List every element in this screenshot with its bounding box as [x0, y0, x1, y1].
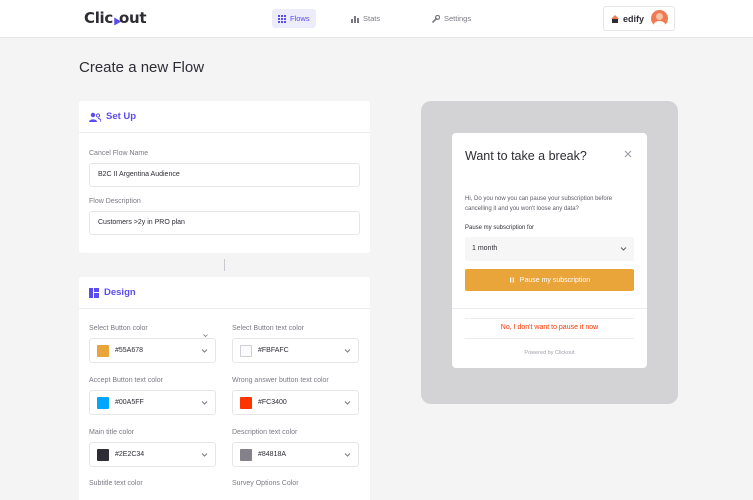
chevron-down-icon — [201, 349, 208, 353]
setup-title: Set Up — [106, 111, 137, 122]
chevron-down-icon — [344, 349, 351, 353]
flow-description-label: Flow Description — [89, 198, 141, 205]
workspace-switcher[interactable]: edify — [603, 6, 675, 31]
color-hex: #84818A — [258, 451, 287, 458]
avatar[interactable] — [651, 10, 668, 27]
chevron-down-icon — [344, 453, 351, 457]
divider — [79, 308, 370, 309]
pause-duration-select[interactable]: 1 month — [465, 237, 634, 261]
modal-title: Want to take a break? — [465, 149, 587, 163]
nav-settings[interactable]: Settings — [426, 9, 477, 28]
divider — [79, 132, 370, 133]
close-icon[interactable] — [624, 150, 632, 158]
color-swatch — [97, 344, 109, 357]
main-title-color-picker[interactable]: #2E2C34 — [89, 442, 216, 467]
chevron-down-icon — [620, 247, 627, 251]
decline-pause-link[interactable]: No, I don't want to pause it now — [452, 324, 647, 331]
accept-button-text-color-label: Accept Button text color — [89, 377, 163, 384]
color-hex: #00A5FF — [115, 399, 144, 406]
design-header: Design — [89, 287, 136, 298]
pause-duration-value: 1 month — [472, 245, 498, 252]
modal-description: Hi, Do you now you can pause your subscr… — [465, 196, 613, 212]
layout-icon — [89, 287, 99, 298]
nav-stats-label: Stats — [363, 14, 381, 23]
powered-by: Powered by Clickout — [524, 350, 575, 356]
wrench-icon — [432, 14, 440, 23]
chevron-down-icon — [201, 453, 208, 457]
subtitle-text-color-label: Subtitle text color — [89, 480, 143, 487]
edify-logo-icon — [611, 14, 619, 23]
users-icon — [89, 112, 101, 122]
bar-chart-icon — [351, 15, 359, 23]
flow-name-input[interactable]: B2C II Argentina Audience — [89, 163, 360, 187]
select-button-text-color-picker[interactable]: #FBFAFC — [232, 338, 359, 363]
main-title-color-label: Main title color — [89, 429, 135, 436]
color-hex: #55A678 — [115, 347, 144, 354]
select-button-text-color-label: Select Button text color — [232, 325, 304, 332]
top-header: Clic out Flows Stats Settings edify — [0, 0, 753, 38]
design-title: Design — [104, 287, 136, 298]
pause-icon — [509, 277, 514, 283]
nav-flows-label: Flows — [290, 14, 310, 23]
description-text-color-picker[interactable]: #84818A — [232, 442, 359, 467]
color-hex: #FBFAFC — [258, 347, 289, 354]
select-button-color-picker[interactable]: #55A678 — [89, 338, 216, 363]
setup-header: Set Up — [89, 111, 136, 122]
brand-name: edify — [623, 13, 645, 24]
grid-icon — [278, 14, 286, 23]
design-card: Design Select Button color #55A678 Selec… — [79, 277, 370, 500]
card-connector — [224, 259, 225, 271]
divider — [452, 308, 647, 309]
chevron-down-icon — [203, 334, 208, 338]
color-hex: #2E2C34 — [115, 451, 145, 458]
wrong-answer-text-color-picker[interactable]: #FC3400 — [232, 390, 359, 415]
setup-card: Set Up Cancel Flow Name B2C II Argentina… — [79, 101, 370, 253]
flow-name-label: Cancel Flow Name — [89, 150, 149, 157]
color-swatch — [240, 396, 252, 409]
color-hex: #FC3400 — [258, 399, 287, 406]
survey-options-color-label: Survey Options Color — [232, 480, 299, 487]
color-swatch — [240, 448, 252, 461]
pause-subscription-button[interactable]: Pause my subscription — [465, 269, 634, 291]
preview-modal: Want to take a break? Hi, Do you now you… — [452, 133, 647, 368]
color-swatch — [97, 448, 109, 461]
clickout-logo[interactable]: Clic out — [84, 9, 147, 27]
wrong-answer-text-color-label: Wrong answer button text color — [232, 377, 329, 384]
flow-description-input[interactable]: Customers >2y in PRO plan — [89, 211, 360, 235]
color-swatch — [97, 396, 109, 409]
nav-stats[interactable]: Stats — [345, 9, 386, 28]
chevron-down-icon — [344, 401, 351, 405]
nav-settings-label: Settings — [444, 14, 472, 23]
color-swatch — [240, 344, 252, 357]
nav-flows[interactable]: Flows — [272, 9, 316, 28]
pause-duration-label: Pause my subscription for — [465, 225, 535, 231]
page-title: Create a new Flow — [79, 59, 205, 76]
accept-button-text-color-picker[interactable]: #00A5FF — [89, 390, 216, 415]
pause-button-label: Pause my subscription — [519, 276, 591, 284]
select-button-color-label: Select Button color — [89, 325, 148, 332]
chevron-down-icon — [201, 401, 208, 405]
description-text-color-label: Description text color — [232, 429, 298, 436]
